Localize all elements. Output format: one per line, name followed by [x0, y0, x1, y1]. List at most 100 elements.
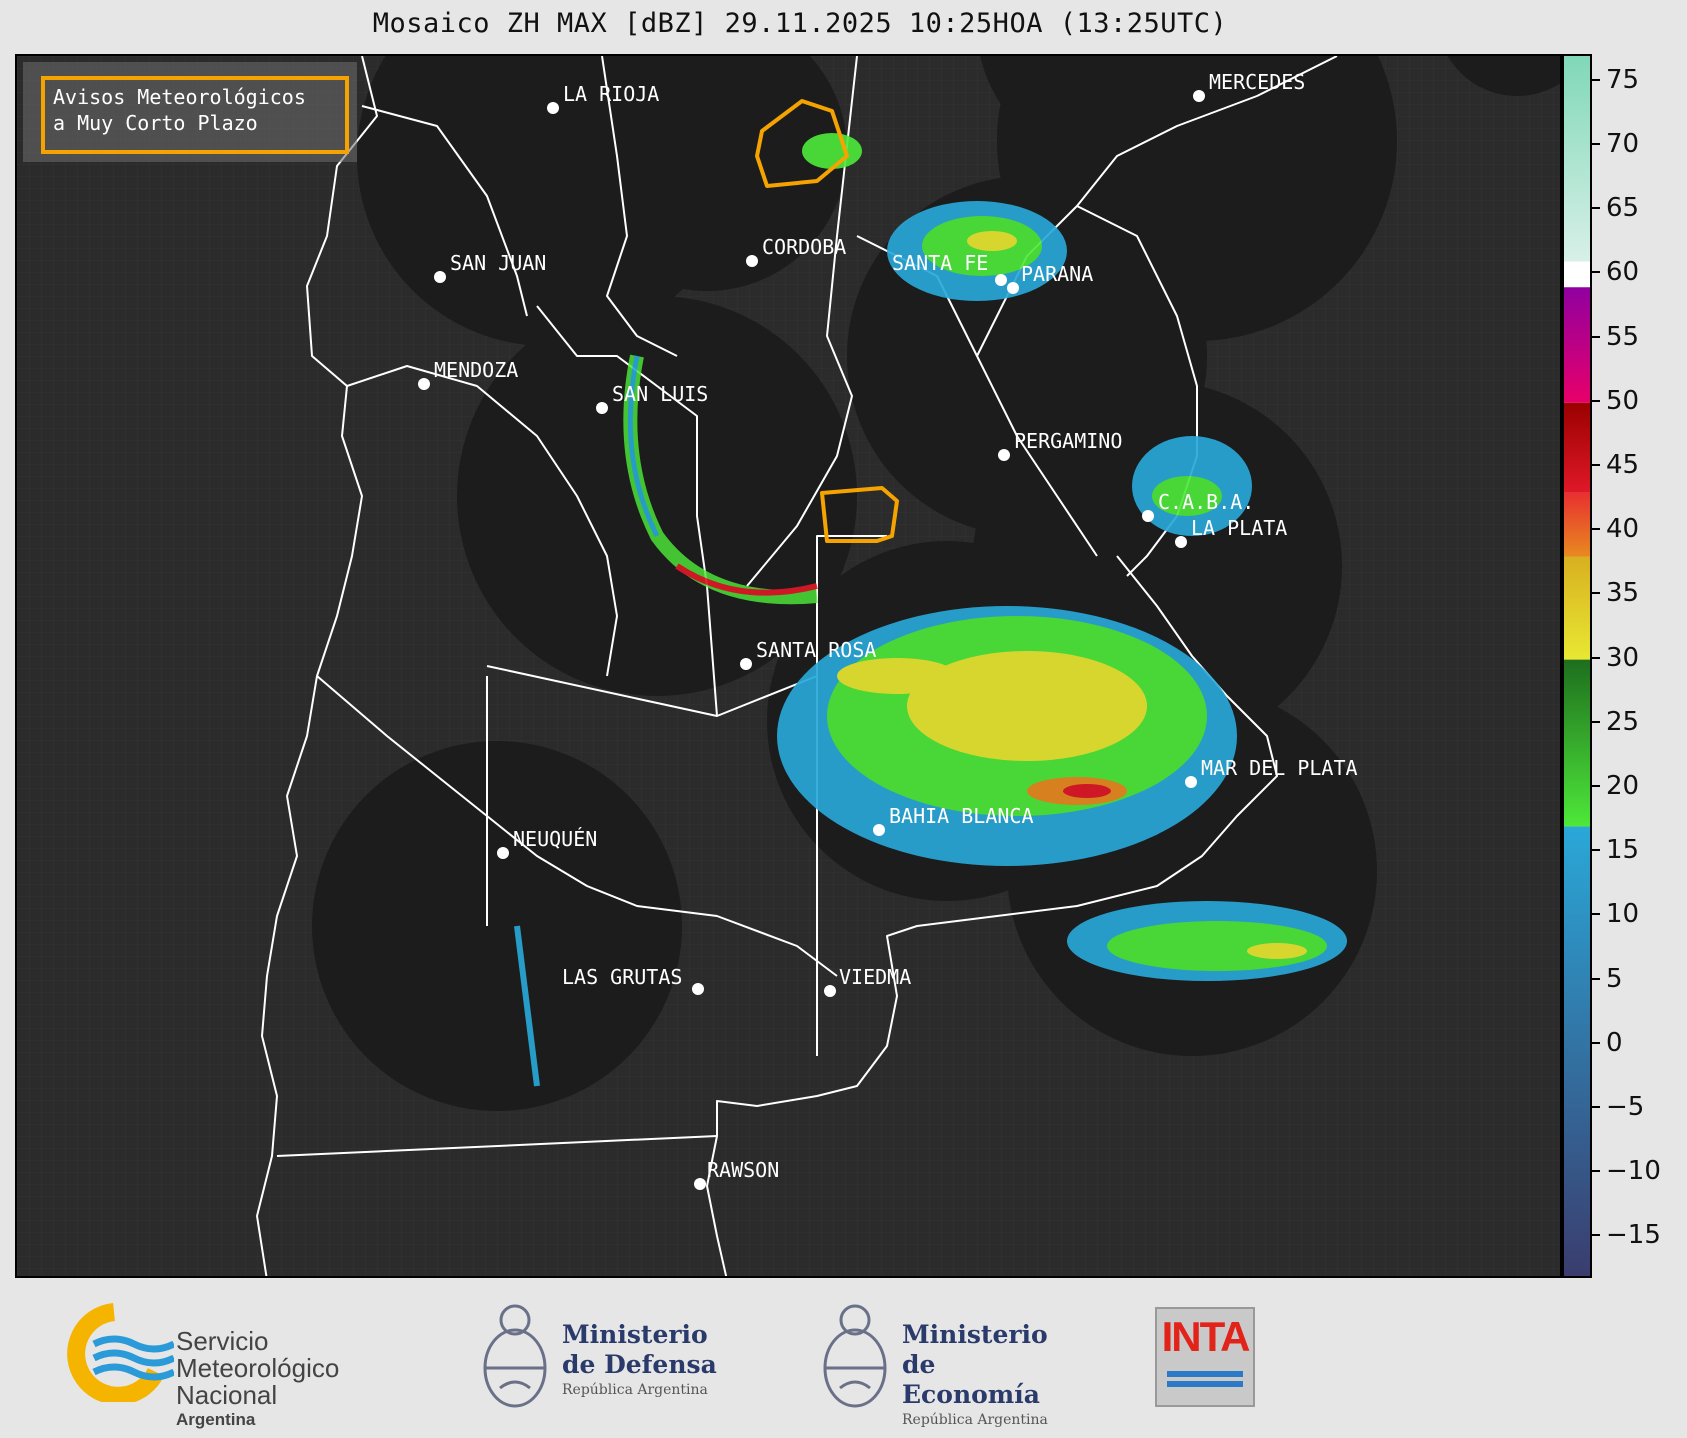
argentina-shield-icon [483, 1304, 547, 1408]
colorbar-tick: 50 [1592, 386, 1687, 416]
svg-text:PARANA: PARANA [1021, 262, 1093, 286]
radar-disc-neuquen [312, 741, 682, 1111]
legend-line-2: a Muy Corto Plazo [53, 111, 258, 135]
colorbar-tick-label: 65 [1606, 193, 1640, 224]
colorbar-tick: 20 [1592, 771, 1687, 801]
svg-text:NEUQUÉN: NEUQUÉN [513, 827, 597, 851]
colorbar-tick: 10 [1592, 899, 1687, 929]
economia-text: Ministerio de Economía República Argenti… [902, 1320, 1080, 1430]
svg-text:RAWSON: RAWSON [707, 1158, 779, 1182]
svg-text:LAS GRUTAS: LAS GRUTAS [562, 965, 682, 989]
svg-text:LA PLATA: LA PLATA [1191, 516, 1287, 540]
legend-warning-label: Avisos Meteorológicos a Muy Corto Plazo [41, 76, 349, 154]
colorbar-band [1564, 826, 1590, 1276]
colorbar-tick-label: 0 [1606, 1027, 1623, 1058]
smn-line-2: Meteorológico [176, 1353, 340, 1383]
footer-logos: Servicio Meteorológico Nacional Argentin… [0, 1280, 1687, 1438]
colorbar-tick: 5 [1592, 964, 1687, 994]
argentina-shield-icon [823, 1304, 887, 1408]
colorbar-band [1564, 56, 1590, 262]
colorbar-tick-label: −10 [1606, 1156, 1661, 1187]
colorbar-tick: −5 [1592, 1092, 1687, 1122]
colorbar-tick: 15 [1592, 835, 1687, 865]
colorbar-band [1564, 659, 1590, 827]
colorbar-band [1564, 402, 1590, 493]
colorbar-tick-mark [1592, 1106, 1600, 1109]
colorbar-tick-label: 10 [1606, 899, 1640, 930]
colorbar-tick: −15 [1592, 1220, 1687, 1250]
colorbar-tick-mark [1592, 528, 1600, 531]
colorbar-tick-label: 30 [1606, 642, 1640, 673]
colorbar-band [1564, 492, 1590, 557]
echo-cordoba-green [802, 133, 862, 169]
colorbar-tick: 30 [1592, 643, 1687, 673]
echo-yellow-band [837, 658, 957, 694]
colorbar-tick-mark [1592, 656, 1600, 659]
colorbar-tick: 60 [1592, 257, 1687, 287]
svg-text:CORDOBA: CORDOBA [762, 235, 846, 259]
colorbar-tick: 0 [1592, 1028, 1687, 1058]
colorbar-tick-mark [1592, 1170, 1600, 1173]
colorbar-tick-mark [1592, 592, 1600, 595]
colorbar-tick-label: 45 [1606, 449, 1640, 480]
inta-stripe-2 [1167, 1381, 1243, 1387]
colorbar-tick-label: 50 [1606, 385, 1640, 416]
smn-logo: Servicio Meteorológico Nacional Argentin… [64, 1302, 364, 1429]
colorbar-tick-label: 20 [1606, 771, 1640, 801]
colorbar-tick: 45 [1592, 450, 1687, 480]
colorbar-tick-label: 25 [1606, 706, 1640, 737]
colorbar-tick: 25 [1592, 707, 1687, 737]
colorbar-tick-label: 35 [1606, 578, 1640, 609]
smn-text: Servicio Meteorológico Nacional Argentin… [176, 1328, 339, 1431]
colorbar-tick-mark [1592, 463, 1600, 466]
svg-text:C.A.B.A.: C.A.B.A. [1158, 490, 1254, 514]
svg-text:MENDOZA: MENDOZA [434, 358, 518, 382]
colorbar-tick: 40 [1592, 514, 1687, 544]
economia-line-3: República Argentina [902, 1412, 1048, 1428]
svg-text:SAN JUAN: SAN JUAN [450, 251, 546, 275]
inta-logo: INTA [1155, 1307, 1255, 1407]
svg-text:BAHIA BLANCA: BAHIA BLANCA [889, 804, 1034, 828]
svg-text:LA RIOJA: LA RIOJA [563, 82, 659, 106]
colorbar-tick: 70 [1592, 129, 1687, 159]
radar-map[interactable]: LA RIOJA MERCEDES CORDOBA SAN JUAN SANTA… [15, 54, 1562, 1278]
colorbar-tick: 75 [1592, 65, 1687, 95]
colorbar-tick-mark [1592, 207, 1600, 210]
colorbar-tick-label: 60 [1606, 257, 1640, 288]
svg-text:PERGAMINO: PERGAMINO [1014, 429, 1122, 453]
colorbar-tick-mark [1592, 785, 1600, 787]
legend-line-1: Avisos Meteorológicos [53, 85, 306, 109]
colorbar-ticks: 75 70 65 60 55 50 45 40 35 30 25 20 15 10 5 0 −5 −10 −15 [1592, 54, 1687, 1278]
colorbar [1562, 54, 1592, 1278]
colorbar-tick-mark [1592, 913, 1600, 916]
echo-south-yellow [1247, 943, 1307, 959]
colorbar-tick-label: 70 [1606, 128, 1640, 159]
colorbar-tick-mark [1592, 849, 1600, 852]
echo-north-yellow [967, 231, 1017, 251]
smn-line-3: Nacional [176, 1380, 278, 1410]
economia-logo: Ministerio de Economía República Argenti… [820, 1298, 1080, 1428]
defensa-line-3: República Argentina [562, 1382, 708, 1398]
colorbar-band [1564, 556, 1590, 660]
smn-line-1: Servicio [176, 1326, 269, 1356]
svg-text:MERCEDES: MERCEDES [1209, 70, 1305, 94]
colorbar-tick-label: −15 [1606, 1220, 1661, 1251]
economia-line-1: Ministerio [902, 1320, 1048, 1349]
svg-text:MAR DEL PLATA: MAR DEL PLATA [1201, 756, 1358, 780]
inta-stripe-1 [1167, 1371, 1243, 1377]
colorbar-tick-mark [1592, 142, 1600, 145]
legend-panel: Avisos Meteorológicos a Muy Corto Plazo [23, 62, 357, 162]
colorbar-tick: 65 [1592, 193, 1687, 223]
svg-text:SANTA FE: SANTA FE [892, 251, 988, 275]
colorbar-gradient [1564, 56, 1590, 1276]
defensa-line-2: de Defensa [562, 1350, 717, 1379]
colorbar-tick-label: 75 [1606, 64, 1640, 95]
economia-line-2: de Economía [902, 1350, 1040, 1409]
colorbar-tick-label: 40 [1606, 514, 1640, 545]
colorbar-tick-mark [1592, 1041, 1600, 1044]
defensa-line-1: Ministerio [562, 1320, 708, 1349]
colorbar-tick-label: −5 [1606, 1092, 1645, 1123]
svg-text:SANTA ROSA: SANTA ROSA [756, 638, 876, 662]
defensa-text: Ministerio de Defensa República Argentin… [562, 1320, 717, 1400]
colorbar-tick: −10 [1592, 1156, 1687, 1186]
